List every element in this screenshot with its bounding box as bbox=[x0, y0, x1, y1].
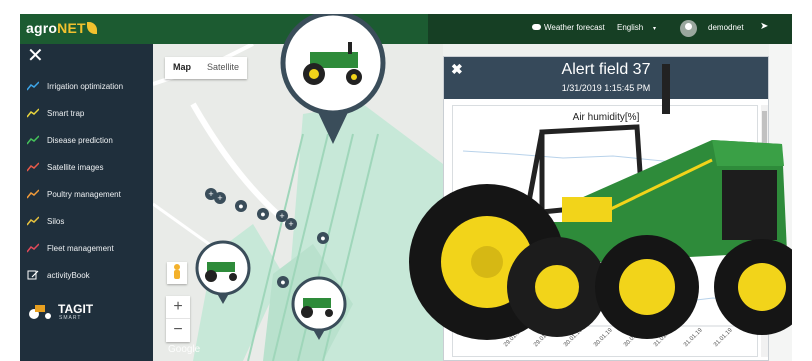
map-pin-icon[interactable]: ● bbox=[257, 208, 269, 220]
chevron-down-icon[interactable]: ▾ bbox=[653, 25, 656, 32]
sidebar-item-poultry-management[interactable]: Poultry management bbox=[27, 187, 151, 201]
tractor-logo-icon bbox=[29, 305, 51, 319]
street-view-pegman-icon[interactable] bbox=[167, 262, 187, 284]
cloud-icon bbox=[532, 24, 541, 30]
app-logo[interactable]: agroNET bbox=[26, 20, 97, 36]
sidebar-item-label: Irrigation optimization bbox=[47, 81, 124, 91]
sidebar-item-irrigation[interactable]: Irrigation optimization bbox=[27, 79, 151, 93]
weather-forecast-link[interactable]: Weather forecast bbox=[544, 23, 605, 32]
map-pin-icon[interactable]: ● bbox=[317, 232, 329, 244]
edit-document-icon bbox=[27, 270, 39, 280]
sidebar-item-satellite-images[interactable]: Satellite images bbox=[27, 160, 151, 174]
line-chart-icon bbox=[27, 135, 39, 145]
logo-text-agro: agro bbox=[26, 20, 58, 36]
tagit-smart-logo: TAGIT SMART bbox=[28, 302, 98, 322]
tractor-map-marker[interactable] bbox=[289, 276, 349, 342]
map-zoom-control: + − bbox=[166, 296, 190, 342]
sidebar-item-label: Disease prediction bbox=[47, 135, 113, 145]
sidebar-item-label: Satellite images bbox=[47, 162, 104, 172]
sidebar: ✕ Irrigation optimization Smart trap Dis… bbox=[20, 44, 153, 361]
close-sidebar-icon[interactable]: ✕ bbox=[27, 46, 44, 66]
sidebar-item-smart-trap[interactable]: Smart trap bbox=[27, 106, 151, 120]
top-bar: agroNET Weather forecast English ▾ demod… bbox=[20, 14, 792, 44]
selected-tractor-marker[interactable] bbox=[278, 14, 388, 148]
sidebar-item-activitybook[interactable]: activityBook bbox=[27, 268, 151, 282]
map-type-toggle[interactable]: Map Satellite bbox=[165, 57, 248, 79]
sidebar-item-disease-prediction[interactable]: Disease prediction bbox=[27, 133, 151, 147]
app-window: agroNET Weather forecast English ▾ demod… bbox=[20, 14, 792, 361]
line-chart-icon bbox=[27, 108, 39, 118]
map-pin-icon[interactable]: ● bbox=[277, 276, 289, 288]
username-label[interactable]: demodnet bbox=[708, 23, 744, 32]
tractor-map-marker[interactable] bbox=[193, 240, 253, 306]
zoom-out-button[interactable]: − bbox=[166, 319, 190, 342]
tractor-overlay-image bbox=[409, 64, 792, 340]
map-pin-icon[interactable]: + bbox=[285, 218, 297, 230]
map-type-satellite[interactable]: Satellite bbox=[199, 57, 247, 79]
sidebar-item-label: activityBook bbox=[47, 270, 90, 280]
logo-text-net: NET bbox=[57, 20, 86, 36]
sidebar-item-label: Poultry management bbox=[47, 189, 121, 199]
map-type-map[interactable]: Map bbox=[165, 57, 199, 79]
map-pin-icon[interactable]: + bbox=[214, 192, 226, 204]
line-chart-icon bbox=[27, 189, 39, 199]
map-pin-icon[interactable]: ● bbox=[235, 200, 247, 212]
language-selector[interactable]: English bbox=[617, 23, 643, 32]
line-chart-icon bbox=[27, 162, 39, 172]
leaf-icon bbox=[86, 22, 97, 34]
map-attribution: Google bbox=[168, 344, 201, 355]
partner-sub: SMART bbox=[59, 315, 82, 321]
sidebar-item-label: Silos bbox=[47, 216, 65, 226]
line-chart-icon bbox=[27, 81, 39, 91]
line-chart-icon bbox=[27, 216, 39, 226]
sidebar-item-label: Fleet management bbox=[47, 243, 114, 253]
user-avatar-icon[interactable] bbox=[680, 20, 697, 37]
sidebar-item-label: Smart trap bbox=[47, 108, 85, 118]
sidebar-item-silos[interactable]: Silos bbox=[27, 214, 151, 228]
partner-name: TAGIT bbox=[58, 302, 94, 316]
sidebar-item-fleet-management[interactable]: Fleet management bbox=[27, 241, 151, 255]
logout-icon[interactable]: ➤ bbox=[760, 21, 768, 32]
zoom-in-button[interactable]: + bbox=[166, 296, 190, 319]
line-chart-icon bbox=[27, 243, 39, 253]
